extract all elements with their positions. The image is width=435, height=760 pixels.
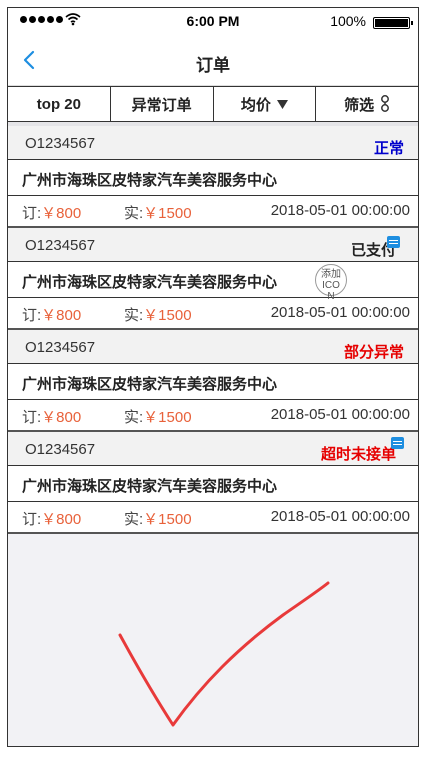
merchant-name: 广州市海珠区皮特家汽车美容服务中心 bbox=[8, 160, 418, 196]
order-header: O1234567 正常 bbox=[8, 126, 418, 160]
filter-tab-label: top 20 bbox=[36, 95, 81, 113]
phone-frame: 6:00 PM 100% 订单 top 20 异常订单 均价 筛选 O12345… bbox=[7, 7, 419, 747]
triangle-down-icon bbox=[276, 99, 288, 109]
ordered-amount: ￥800 bbox=[41, 511, 82, 528]
filter-tab-label: 均价 bbox=[240, 96, 271, 114]
ordered-label: 订: bbox=[22, 511, 42, 528]
order-footer: 订:￥800 实:￥1500 2018-05-01 00:00:00 bbox=[8, 400, 418, 430]
order-card[interactable]: O1234567 正常 广州市海珠区皮特家汽车美容服务中心 订:￥800 实:￥… bbox=[8, 126, 418, 228]
order-datetime: 2018-05-01 00:00:00 bbox=[270, 202, 410, 219]
actual-amount: ￥1500 bbox=[143, 511, 192, 528]
order-header: O1234567 部分异常 bbox=[8, 330, 418, 364]
order-header: O1234567 已支付 bbox=[8, 228, 418, 262]
nav-bar: 订单 bbox=[8, 36, 418, 86]
order-id: O1234567 bbox=[25, 237, 96, 254]
merchant-name: 广州市海珠区皮特家汽车美容服务中心 bbox=[8, 364, 418, 400]
order-status: 部分异常 bbox=[343, 344, 404, 361]
ordered-amount: ￥800 bbox=[41, 409, 82, 426]
ordered-label: 订: bbox=[22, 205, 42, 222]
status-bar: 6:00 PM 100% bbox=[8, 8, 418, 36]
battery-percent: 100% bbox=[330, 13, 366, 29]
ordered-amount: ￥800 bbox=[41, 205, 82, 222]
order-footer: 订:￥800 实:￥1500 2018-05-01 00:00:00 bbox=[8, 196, 418, 226]
merchant-name: 广州市海珠区皮特家汽车美容服务中心 bbox=[8, 466, 418, 502]
battery-icon bbox=[373, 17, 413, 29]
actual-label: 实: bbox=[124, 307, 144, 324]
order-status: 正常 bbox=[373, 140, 404, 157]
sliders-icon bbox=[381, 95, 390, 112]
order-card[interactable]: O1234567 已支付 广州市海珠区皮特家汽车美容服务中心 订:￥800 实:… bbox=[8, 228, 418, 330]
ordered-label: 订: bbox=[22, 409, 42, 426]
order-datetime: 2018-05-01 00:00:00 bbox=[270, 406, 410, 423]
placeholder-text: 添加 bbox=[321, 269, 341, 280]
add-icon-placeholder[interactable]: 添加 ICO N bbox=[315, 264, 347, 302]
actual-amount: ￥1500 bbox=[143, 409, 192, 426]
order-card[interactable]: O1234567 部分异常 广州市海珠区皮特家汽车美容服务中心 订:￥800 实… bbox=[8, 330, 418, 432]
order-datetime: 2018-05-01 00:00:00 bbox=[270, 304, 410, 321]
order-id: O1234567 bbox=[25, 339, 96, 356]
actual-label: 实: bbox=[124, 511, 144, 528]
filter-tab-avg-price[interactable]: 均价 bbox=[214, 87, 317, 121]
actual-label: 实: bbox=[124, 409, 144, 426]
actual-amount: ￥1500 bbox=[143, 307, 192, 324]
filter-tab-label: 筛选 bbox=[344, 96, 375, 114]
order-footer: 订:￥800 实:￥1500 2018-05-01 00:00:00 bbox=[8, 298, 418, 328]
checkmark-icon bbox=[118, 581, 330, 727]
back-arrow-icon[interactable] bbox=[22, 49, 36, 71]
actual-amount: ￥1500 bbox=[143, 205, 192, 222]
filter-tab-top20[interactable]: top 20 bbox=[8, 87, 111, 121]
placeholder-text: ICO bbox=[322, 280, 340, 291]
filter-tab-label: 异常订单 bbox=[131, 96, 192, 114]
order-datetime: 2018-05-01 00:00:00 bbox=[270, 508, 410, 525]
order-header: O1234567 超时未接单 bbox=[8, 432, 418, 466]
order-footer: 订:￥800 实:￥1500 2018-05-01 00:00:00 bbox=[8, 502, 418, 532]
order-status: 超时未接单 bbox=[320, 446, 396, 463]
order-card[interactable]: O1234567 超时未接单 广州市海珠区皮特家汽车美容服务中心 订:￥800 … bbox=[8, 432, 418, 534]
actual-label: 实: bbox=[124, 205, 144, 222]
merchant-name: 广州市海珠区皮特家汽车美容服务中心 bbox=[8, 262, 418, 298]
filter-tab-filter[interactable]: 筛选 bbox=[316, 87, 418, 121]
order-id: O1234567 bbox=[25, 441, 96, 458]
note-icon[interactable] bbox=[387, 236, 400, 248]
placeholder-text: N bbox=[327, 291, 335, 302]
page-title: 订单 bbox=[196, 56, 230, 75]
filter-bar: top 20 异常订单 均价 筛选 bbox=[8, 86, 418, 122]
ordered-amount: ￥800 bbox=[41, 307, 82, 324]
note-icon[interactable] bbox=[391, 437, 404, 449]
ordered-label: 订: bbox=[22, 307, 42, 324]
order-id: O1234567 bbox=[25, 135, 96, 152]
filter-tab-abnormal[interactable]: 异常订单 bbox=[111, 87, 214, 121]
